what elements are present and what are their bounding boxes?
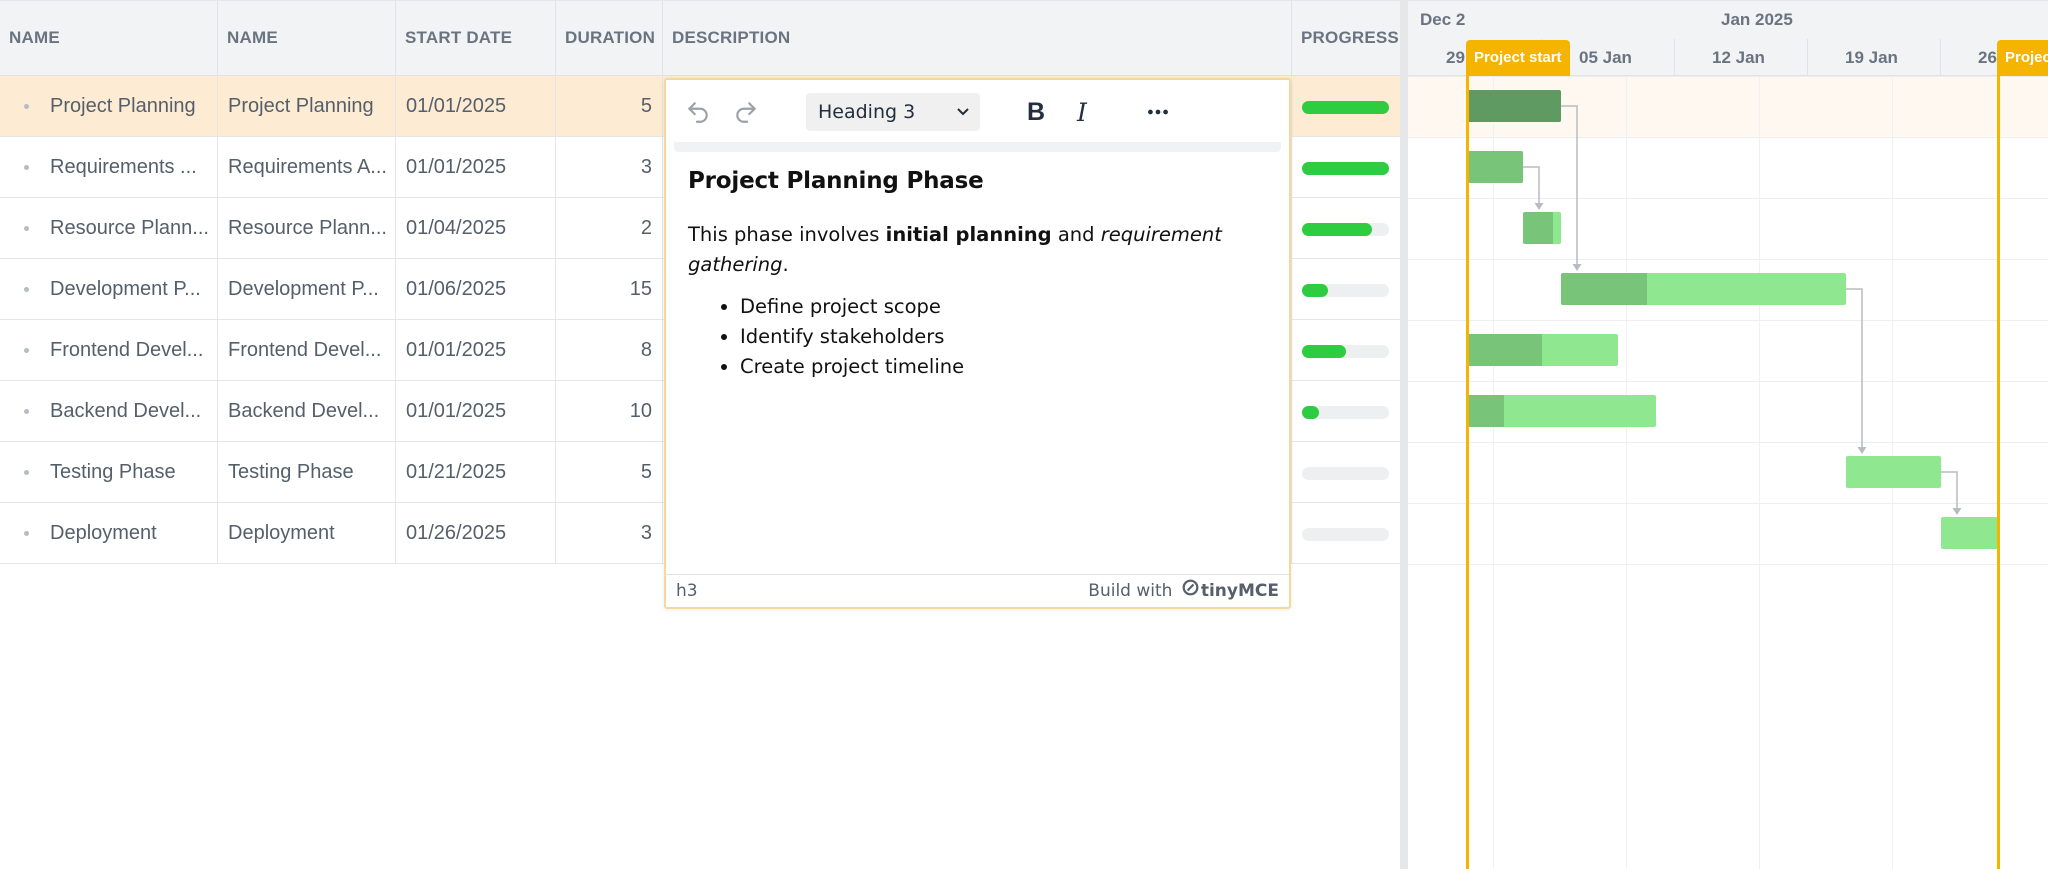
cell-name-2: Backend Devel... (218, 381, 396, 442)
block-format-value: Heading 3 (818, 101, 916, 123)
cell-name-2: Resource Plann... (218, 198, 396, 259)
cell-name: Testing Phase (0, 442, 218, 503)
arrowhead-icon (1534, 203, 1544, 210)
dependency-links (1523, 105, 1962, 515)
editor-heading: Project Planning Phase (688, 168, 984, 194)
cell-duration: 10 (556, 381, 663, 442)
dependency-link[interactable] (1561, 105, 1578, 265)
cell-duration: 5 (556, 442, 663, 503)
progress-bar (1302, 284, 1389, 297)
element-path[interactable]: h3 (676, 575, 698, 607)
arrowhead-icon (1857, 447, 1867, 454)
cell-duration: 3 (556, 137, 663, 198)
cell-name-2: Development P... (218, 259, 396, 320)
editor-statusbar: h3 Build with tinyMCE (666, 574, 1289, 607)
progress-fill (1302, 101, 1389, 114)
cell-start-date: 01/04/2025 (396, 198, 556, 259)
progress-bar (1302, 101, 1389, 114)
editor-list: Define project scope Identify stakeholde… (740, 292, 1268, 382)
undo-icon[interactable] (680, 94, 716, 130)
dependency-link[interactable] (1941, 471, 1958, 509)
branding-link[interactable]: Build with tinyMCE (1088, 575, 1279, 607)
progress-bar (1302, 528, 1389, 541)
cell-name-2: Frontend Devel... (218, 320, 396, 381)
column-header-progress[interactable]: PROGRESS (1292, 1, 1400, 77)
progress-bar (1302, 223, 1389, 236)
cell-start-date: 01/01/2025 (396, 381, 556, 442)
cell-name-2: Project Planning (218, 76, 396, 137)
editor-content[interactable]: Project Planning Phase This phase involv… (688, 168, 1268, 382)
editor-paragraph: This phase involves initial planning and… (688, 223, 1222, 276)
progress-fill (1302, 162, 1389, 175)
cell-start-date: 01/21/2025 (396, 442, 556, 503)
project-end-marker[interactable]: Projec (1997, 40, 2048, 76)
cell-name-2: Deployment (218, 503, 396, 564)
description-editor[interactable]: Heading 3 B I Project Planning Phase Thi… (664, 78, 1291, 609)
cell-name: Deployment (0, 503, 218, 564)
bold-button[interactable]: B (1018, 94, 1054, 130)
cell-name-2: Requirements A... (218, 137, 396, 198)
cell-name: Project Planning (0, 76, 218, 137)
column-header-name-2[interactable]: NAME (218, 1, 396, 77)
column-header-description[interactable]: DESCRIPTION (663, 1, 1292, 77)
list-item: Identify stakeholders (740, 322, 1268, 352)
redo-icon[interactable] (728, 94, 764, 130)
cell-name-2: Testing Phase (218, 442, 396, 503)
project-start-marker[interactable]: Project start (1466, 40, 1570, 76)
cell-duration: 2 (556, 198, 663, 259)
chevron-down-icon (956, 93, 970, 144)
progress-fill (1302, 223, 1372, 236)
progress-fill (1302, 284, 1329, 297)
cell-start-date: 01/01/2025 (396, 137, 556, 198)
more-icon[interactable] (1140, 94, 1176, 130)
progress-bar (1302, 467, 1389, 480)
grid-header: NAME NAME START DATE DURATION DESCRIPTIO… (0, 0, 1400, 77)
cell-start-date: 01/01/2025 (396, 76, 556, 137)
column-header-name[interactable]: NAME (0, 1, 218, 77)
progress-fill (1302, 345, 1346, 358)
dependency-link[interactable] (1523, 166, 1540, 204)
cell-duration: 8 (556, 320, 663, 381)
cell-duration: 5 (556, 76, 663, 137)
dependency-link[interactable] (1846, 288, 1863, 448)
gantt-timeline: Dec 2 Jan 2025 29 05 Jan 12 Jan 19 Jan 2… (1408, 0, 2048, 869)
arrowhead-icon (1572, 264, 1582, 271)
cell-duration: 3 (556, 503, 663, 564)
cell-name: Requirements ... (0, 137, 218, 198)
tinymce-logo-icon (1182, 575, 1199, 607)
cell-duration: 15 (556, 259, 663, 320)
editor-toolbar: Heading 3 B I (666, 80, 1289, 142)
block-format-select[interactable]: Heading 3 (806, 93, 980, 131)
column-header-start-date[interactable]: START DATE (396, 1, 556, 77)
cell-name: Development P... (0, 259, 218, 320)
cell-name: Backend Devel... (0, 381, 218, 442)
project-end-line (1997, 50, 2000, 869)
progress-bar (1302, 406, 1389, 419)
column-header-duration[interactable]: DURATION (556, 1, 663, 77)
cell-start-date: 01/06/2025 (396, 259, 556, 320)
cell-name: Resource Plann... (0, 198, 218, 259)
progress-bar (1302, 162, 1389, 175)
cell-start-date: 01/01/2025 (396, 320, 556, 381)
list-item: Create project timeline (740, 352, 1268, 382)
italic-button[interactable]: I (1064, 94, 1100, 130)
progress-fill (1302, 406, 1320, 419)
cell-name: Frontend Devel... (0, 320, 218, 381)
cell-start-date: 01/26/2025 (396, 503, 556, 564)
grid-timeline-splitter[interactable] (1400, 0, 1408, 869)
project-start-line (1466, 50, 1469, 869)
list-item: Define project scope (740, 292, 1268, 322)
progress-bar (1302, 345, 1389, 358)
arrowhead-icon (1952, 508, 1962, 515)
